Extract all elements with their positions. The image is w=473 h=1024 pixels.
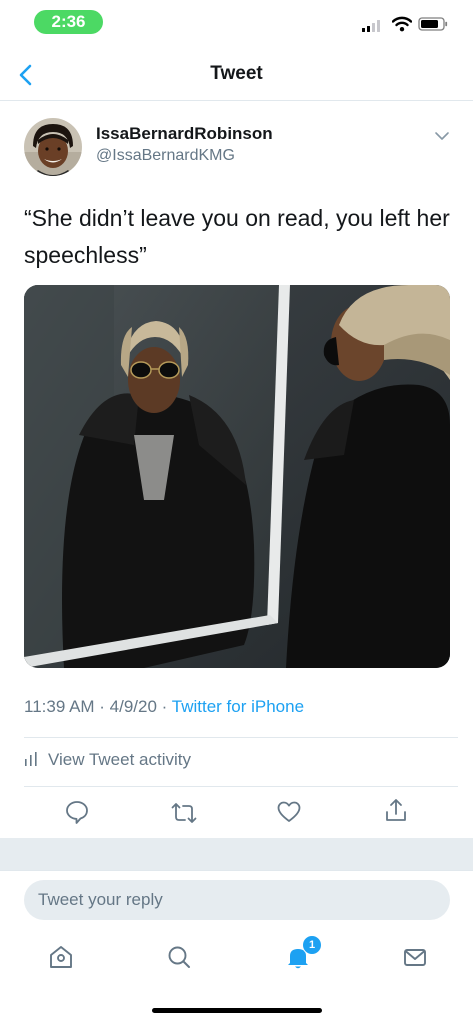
tweet-text: “She didn’t leave you on read, you left … (24, 205, 450, 268)
notification-badge: 1 (302, 935, 322, 955)
divider (0, 870, 473, 871)
divider (24, 737, 458, 738)
reply-input[interactable] (24, 880, 450, 920)
view-tweet-activity-link[interactable]: View Tweet activity (48, 750, 191, 770)
wifi-icon (392, 16, 412, 32)
tweet-source-link[interactable]: Twitter for iPhone (172, 697, 304, 716)
avatar[interactable] (24, 118, 82, 176)
chevron-down-icon[interactable] (433, 130, 451, 142)
reply-icon[interactable] (64, 799, 90, 825)
cellular-signal-icon (362, 20, 380, 32)
author-display-name[interactable]: IssaBernardRobinson (96, 124, 273, 144)
retweet-icon[interactable] (171, 800, 197, 826)
battery-icon (418, 17, 448, 31)
divider (24, 786, 458, 787)
tweet-meta: 11:39 AM · 4/9/20 · Twitter for iPhone (24, 697, 304, 717)
heart-icon[interactable] (276, 799, 302, 825)
search-icon[interactable] (165, 943, 193, 971)
home-indicator (152, 1008, 322, 1013)
envelope-icon[interactable] (401, 943, 429, 971)
section-separator (0, 838, 473, 870)
status-time: 2:36 (34, 10, 103, 34)
share-icon[interactable] (383, 797, 409, 823)
bar-chart-icon (25, 752, 37, 766)
page-title: Tweet (210, 63, 263, 84)
home-icon[interactable] (47, 943, 75, 971)
nav-divider (0, 100, 473, 101)
tweet-photo[interactable] (24, 285, 450, 668)
author-handle[interactable]: @IssaBernardKMG (96, 147, 235, 165)
tweet-timestamp: 11:39 AM · 4/9/20 · (24, 697, 172, 716)
